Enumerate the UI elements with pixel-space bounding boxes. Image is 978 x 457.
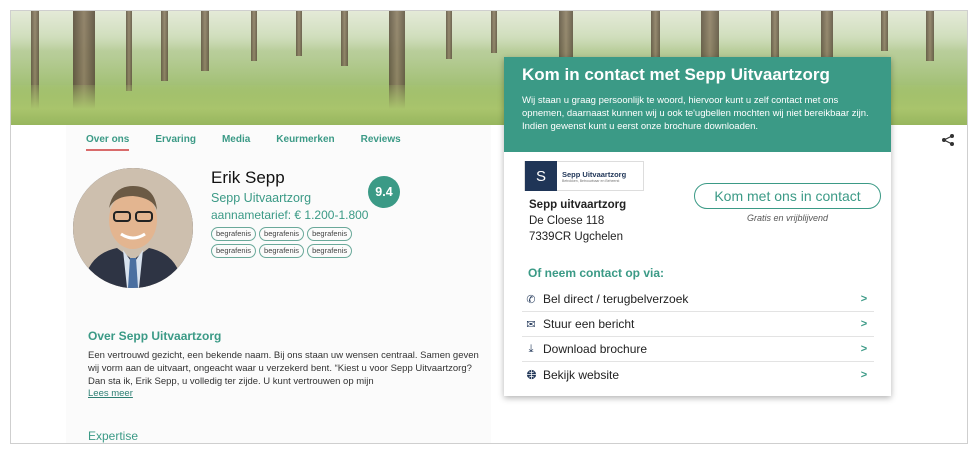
profile-info: Erik Sepp Sepp Uitvaartzorg aannametarie… xyxy=(211,168,451,258)
chevron-right-icon: > xyxy=(860,343,868,355)
option-label: Bel direct / terugbelverzoek xyxy=(543,292,689,306)
page-frame: Over ons Ervaring Media Keurmerken Revie… xyxy=(10,10,968,444)
tag-list: begrafenis begrafenis begrafenis begrafe… xyxy=(211,227,371,258)
option-call[interactable]: ✆ Bel direct / terugbelverzoek > xyxy=(522,287,874,312)
tag: begrafenis xyxy=(259,244,305,258)
address: Sepp uitvaartzorg De Cloese 118 7339CR U… xyxy=(529,197,626,245)
tag: begrafenis xyxy=(307,244,353,258)
contact-button-subtext: Gratis en vrijblijvend xyxy=(746,213,829,223)
tag: begrafenis xyxy=(259,227,305,241)
option-message[interactable]: ✉ Stuur een bericht > xyxy=(522,312,874,337)
rating-badge: 9.4 xyxy=(368,176,400,208)
read-more-link[interactable]: Lees meer xyxy=(88,388,488,399)
contact-card-header: Kom in contact met Sepp Uitvaartzorg Wij… xyxy=(504,57,891,152)
tab-over-ons[interactable]: Over ons xyxy=(86,134,130,151)
tag: begrafenis xyxy=(211,227,257,241)
chevron-right-icon: > xyxy=(860,368,868,381)
phone-icon: ✆ xyxy=(526,293,536,306)
about-title: Over Sepp Uitvaartzorg xyxy=(88,329,222,343)
about-section: Over Sepp Uitvaartzorg Een vertrouwd gez… xyxy=(88,329,488,399)
download-icon: ⤓ xyxy=(528,342,534,355)
contact-options: ✆ Bel direct / terugbelverzoek > ✉ Stuur… xyxy=(522,287,874,387)
logo-name: Sepp Uitvaartzorg xyxy=(562,169,627,179)
option-brochure[interactable]: ⤓ Download brochure > xyxy=(522,337,874,362)
address-city: 7339CR Ugchelen xyxy=(529,231,623,243)
profile-name: Erik Sepp xyxy=(211,168,285,187)
profile-company: Sepp Uitvaartzorg xyxy=(211,191,312,205)
option-label: Stuur een bericht xyxy=(543,317,635,331)
tariff: aannametarief: € 1.200-1.800 xyxy=(211,208,451,222)
logo-mark-icon: S xyxy=(525,161,557,191)
about-text: Een vertrouwd gezicht, een bekende naam.… xyxy=(88,350,479,387)
tab-ervaring[interactable]: Ervaring xyxy=(155,134,196,151)
tab-keurmerken[interactable]: Keurmerken xyxy=(276,134,334,151)
tab-bar: Over ons Ervaring Media Keurmerken Revie… xyxy=(86,134,401,151)
globe-icon xyxy=(522,369,540,380)
tab-reviews[interactable]: Reviews xyxy=(361,134,401,151)
share-icon[interactable] xyxy=(941,133,955,147)
contact-via-title: Of neem contact op via: xyxy=(528,266,665,280)
chevron-right-icon: > xyxy=(860,318,868,330)
contact-card: Kom in contact met Sepp Uitvaartzorg Wij… xyxy=(504,57,891,396)
address-name: Sepp uitvaartzorg xyxy=(529,199,627,211)
tab-media[interactable]: Media xyxy=(222,134,250,151)
profile-panel: Over ons Ervaring Media Keurmerken Revie… xyxy=(66,125,491,443)
chevron-right-icon: > xyxy=(860,293,868,305)
tariff-value: € 1.200-1.800 xyxy=(294,208,369,222)
option-label: Bekijk website xyxy=(543,367,620,382)
company-logo: S Sepp Uitvaartzorg Betrokken, Betrouwba… xyxy=(524,161,644,191)
envelope-icon: ✉ xyxy=(526,318,536,331)
tag: begrafenis xyxy=(307,227,353,241)
address-street: De Cloese 118 xyxy=(529,215,605,227)
expertise-heading[interactable]: Expertise xyxy=(88,429,138,443)
logo-tagline: Betrokken, Betrouwbaar en Beheerst xyxy=(562,178,620,183)
avatar xyxy=(73,168,193,288)
tag: begrafenis xyxy=(211,244,257,258)
option-website[interactable]: Bekijk website > xyxy=(522,362,874,387)
contact-intro: Wij staan u graag persoonlijk te woord, … xyxy=(522,95,869,132)
contact-title: Kom in contact met Sepp Uitvaartzorg xyxy=(522,65,830,84)
option-label: Download brochure xyxy=(543,342,648,356)
contact-button[interactable]: Kom met ons in contact xyxy=(694,183,881,209)
tariff-label: aannametarief: xyxy=(211,208,292,222)
